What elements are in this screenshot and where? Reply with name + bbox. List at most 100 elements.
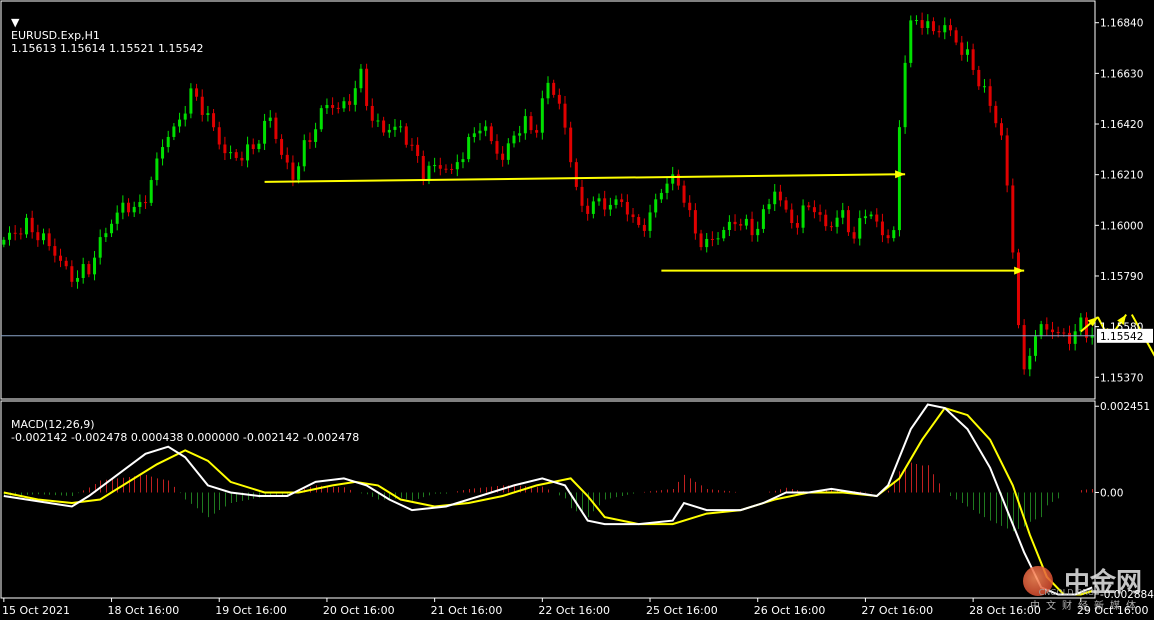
- macd-tick-label: 0.00: [1100, 487, 1123, 499]
- candle-body: [818, 212, 822, 215]
- candle-body: [319, 108, 323, 130]
- macd-tick-label: 0.002451: [1100, 401, 1150, 413]
- candle-body: [484, 126, 488, 131]
- candlestick-series: [2, 12, 1094, 377]
- candle-body: [693, 210, 697, 234]
- candle-body: [353, 88, 357, 105]
- candle-body: [410, 144, 414, 146]
- candle-body: [971, 49, 975, 70]
- candle-body: [807, 205, 811, 208]
- candle-body: [546, 82, 550, 99]
- candle-body: [314, 129, 318, 142]
- time-tick-label: 15 Oct 2021: [2, 604, 70, 617]
- candle-body: [149, 180, 153, 203]
- candle-body: [416, 144, 420, 156]
- candle-body: [671, 174, 675, 184]
- candle-body: [461, 159, 465, 163]
- candle-body: [8, 232, 12, 240]
- candle-body: [716, 238, 720, 240]
- candle-body: [1005, 135, 1009, 186]
- candle-body: [399, 126, 403, 128]
- candle-body: [812, 207, 816, 213]
- candle-body: [342, 101, 346, 109]
- candle-body: [637, 217, 641, 225]
- candle-body: [376, 120, 380, 122]
- candle-body: [761, 209, 765, 229]
- candle-body: [30, 217, 34, 233]
- candle-body: [121, 202, 125, 213]
- candle-body: [132, 206, 136, 213]
- price-panel-border: [0, 0, 1096, 400]
- candle-body: [835, 217, 839, 227]
- price-tick-label: 1.16000: [1100, 220, 1143, 232]
- candle-body: [756, 228, 760, 236]
- time-tick-label: 22 Oct 16:00: [538, 604, 610, 617]
- candle-body: [858, 218, 862, 239]
- candle-body: [268, 117, 272, 121]
- candle-body: [1045, 324, 1049, 330]
- candle-body: [733, 221, 737, 225]
- candle-body: [920, 20, 924, 28]
- symbol-label: EURUSD.Exp,H1: [11, 29, 100, 42]
- candle-body: [574, 162, 578, 187]
- chart-canvas[interactable]: 1.16840 1.16630 1.16420 1.16210 1.16000 1.157…: [0, 0, 1154, 620]
- candle-body: [943, 25, 947, 33]
- candle-body: [195, 88, 199, 97]
- collapse-triangle-icon[interactable]: ▼: [11, 16, 19, 29]
- candle-body: [727, 221, 731, 231]
- candle-body: [801, 205, 805, 228]
- time-tick-label: 21 Oct 16:00: [431, 604, 503, 617]
- candle-body: [478, 130, 482, 134]
- candle-body: [603, 198, 607, 210]
- candle-body: [892, 230, 896, 239]
- candle-body: [206, 113, 210, 115]
- candle-body: [841, 210, 845, 218]
- watermark-subtitle: 中文财经新媒体: [1030, 601, 1142, 612]
- time-axis: 15 Oct 2021 18 Oct 16:00 19 Oct 16:00 20 Oc…: [2, 598, 1149, 617]
- candle-body: [359, 68, 363, 89]
- candle-body: [739, 224, 743, 226]
- candle-body: [53, 246, 57, 256]
- candle-body: [450, 168, 454, 170]
- candle-body: [104, 233, 108, 238]
- candle-body: [178, 119, 182, 127]
- candle-body: [665, 183, 669, 193]
- time-tick-label: 26 Oct 16:00: [754, 604, 826, 617]
- candle-body: [291, 162, 295, 180]
- candle-body: [200, 96, 204, 115]
- candle-body: [926, 21, 930, 28]
- annotation-arrow-line: [264, 173, 906, 183]
- candle-body: [115, 212, 119, 224]
- candle-body: [535, 130, 539, 133]
- candle-body: [988, 86, 992, 106]
- price-tick-label: 1.16210: [1100, 170, 1143, 182]
- candle-body: [659, 192, 663, 200]
- ohlc-values: 1.15613 1.15614 1.15521 1.15542: [11, 42, 204, 55]
- candle-body: [246, 144, 250, 161]
- candle-body: [563, 103, 567, 128]
- candle-body: [427, 165, 431, 181]
- candle-body: [421, 155, 425, 181]
- candle-body: [297, 166, 301, 180]
- candle-body: [365, 68, 369, 106]
- candle-body: [76, 277, 80, 282]
- price-tick-label: 1.16840: [1100, 18, 1143, 30]
- candle-body: [569, 127, 573, 163]
- candle-body: [251, 144, 255, 150]
- candle-body: [280, 138, 284, 155]
- candle-body: [897, 127, 901, 231]
- candle-body: [682, 185, 686, 203]
- candle-body: [285, 154, 289, 163]
- candle-body: [308, 140, 312, 142]
- candle-body: [625, 201, 629, 215]
- candle-body: [654, 199, 658, 213]
- candle-body: [710, 238, 714, 240]
- candle-body: [512, 135, 516, 144]
- candle-body: [744, 218, 748, 226]
- price-panel-frame: [0, 0, 1096, 400]
- time-tick-label: 25 Oct 16:00: [646, 604, 718, 617]
- candle-body: [336, 107, 340, 109]
- candle-body: [234, 152, 238, 158]
- candle-body: [829, 226, 833, 228]
- candle-body: [325, 105, 329, 109]
